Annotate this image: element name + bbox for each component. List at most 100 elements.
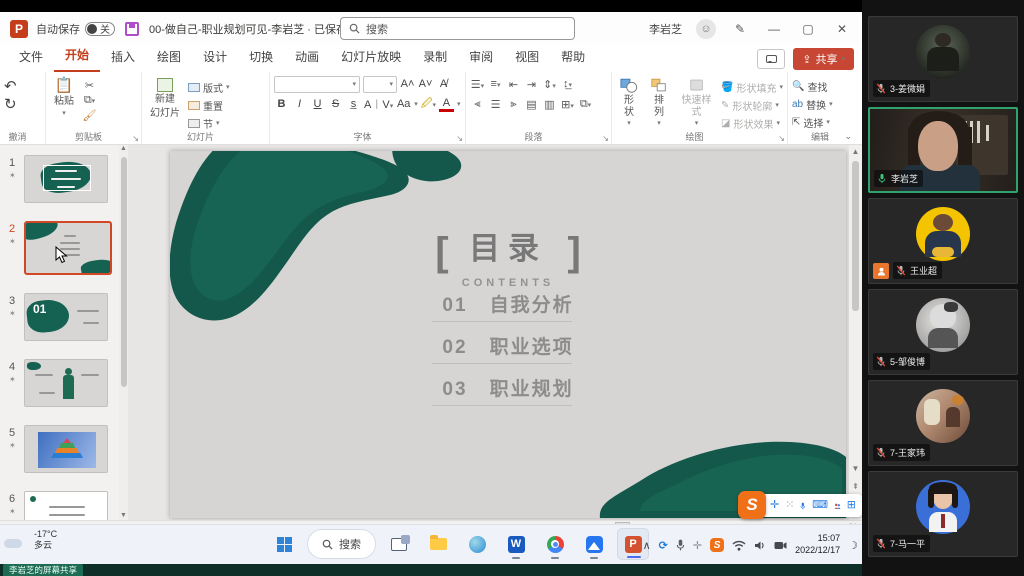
strikethrough-button[interactable]: S xyxy=(328,98,343,110)
file-explorer-button[interactable] xyxy=(422,528,454,560)
comments-button[interactable] xyxy=(757,49,785,69)
shape-outline-button[interactable]: ✎形状轮廓▾ xyxy=(721,97,783,113)
font-color-button[interactable]: A xyxy=(439,97,454,112)
meeting-app-logo-icon[interactable]: S xyxy=(738,491,766,519)
replace-button[interactable]: ab替换▾ xyxy=(792,96,833,112)
apps-grid-icon[interactable]: ⊞ xyxy=(847,500,856,511)
bold-button[interactable]: B xyxy=(274,98,289,110)
speaker-icon[interactable] xyxy=(754,540,766,551)
autosave-switch[interactable]: 关 xyxy=(85,22,115,36)
tab-transitions[interactable]: 切换 xyxy=(238,43,284,72)
thumbnail-slide-5[interactable]: 5 ✶ xyxy=(0,425,128,481)
scroll-down-icon[interactable]: ▼ xyxy=(849,462,862,476)
wifi-icon[interactable] xyxy=(732,540,746,551)
font-name-combo[interactable]: ▾ xyxy=(274,76,360,93)
annotate-icon[interactable]: ✛ xyxy=(770,500,779,511)
tab-view[interactable]: 视图 xyxy=(504,43,550,72)
tab-home[interactable]: 开始 xyxy=(54,41,100,72)
highlight-color-icon[interactable]: 🖉▾ xyxy=(421,95,436,114)
underline-button[interactable]: U xyxy=(310,98,325,110)
justify-icon[interactable]: ▤ xyxy=(524,98,539,111)
user-avatar[interactable]: ☺ xyxy=(696,19,716,39)
collapse-ribbon-icon[interactable]: ⌄ xyxy=(844,131,852,142)
meeting-float-toolbar[interactable]: S ✛ ⁙ ⌨ ⊞ xyxy=(744,494,862,517)
numbering-icon[interactable]: ≡▾ xyxy=(488,78,503,90)
laser-pointer-icon[interactable]: ⁙ xyxy=(785,500,794,511)
participant-tile[interactable]: 7-王家玮 xyxy=(868,380,1018,466)
browser-app-button[interactable] xyxy=(461,528,493,560)
maximize-button[interactable]: ▢ xyxy=(798,22,818,36)
mic-tray-icon[interactable] xyxy=(676,539,685,551)
italic-button[interactable]: I xyxy=(292,98,307,110)
scroll-down-icon[interactable]: ▼ xyxy=(119,512,128,519)
smartart-convert-icon[interactable]: ⧉▾ xyxy=(578,98,593,111)
align-left-icon[interactable]: ⫷ xyxy=(470,98,485,111)
paragraph-dialog-launcher[interactable]: ↘ xyxy=(602,134,609,143)
thumbnail-slide-3[interactable]: 3 ✶ 01 xyxy=(0,293,128,349)
columns-icon[interactable]: ▥ xyxy=(542,98,557,111)
bullets-icon[interactable]: ☰▾ xyxy=(470,78,485,91)
scroll-thumb[interactable] xyxy=(852,161,859,311)
save-icon[interactable] xyxy=(125,22,139,36)
shape-effects-button[interactable]: ◪形状效果▾ xyxy=(721,115,783,131)
drawing-dialog-launcher[interactable]: ↘ xyxy=(778,134,785,143)
redo-icon[interactable]: ↻ xyxy=(4,97,17,113)
align-right-icon[interactable]: ⫸ xyxy=(506,98,521,111)
thumbnail-slide-6[interactable]: 6 ✶ xyxy=(0,491,128,520)
change-case-button[interactable]: Aa xyxy=(396,98,411,110)
slide-canvas[interactable]: [ 目录 ] CONTENTS 01自我分析 02职业选项 03职业规划 xyxy=(170,151,846,518)
participant-tile[interactable]: 7-马一平 xyxy=(868,471,1018,557)
tab-draw[interactable]: 绘图 xyxy=(146,43,192,72)
minimize-button[interactable]: — xyxy=(764,22,784,36)
copy-icon[interactable]: ⧉▾ xyxy=(82,94,97,107)
sync-tray-icon[interactable]: ⟳ xyxy=(659,539,668,552)
tab-slideshow[interactable]: 幻灯片放映 xyxy=(330,43,412,72)
meeting-app-button[interactable] xyxy=(578,528,610,560)
camera-tray-icon[interactable] xyxy=(774,541,787,550)
participant-tile[interactable]: 5-邹俊博 xyxy=(868,289,1018,375)
tab-insert[interactable]: 插入 xyxy=(100,43,146,72)
main-scrollbar[interactable]: ▲ ▼ ⇞ ⇟ xyxy=(849,145,862,520)
thumbnail-slide-1[interactable]: 1 ✶ xyxy=(0,155,128,211)
clipboard-dialog-launcher[interactable]: ↘ xyxy=(132,134,139,143)
tab-review[interactable]: 审阅 xyxy=(458,43,504,72)
scroll-up-icon[interactable]: ▲ xyxy=(849,145,862,159)
reset-button[interactable]: 重置 xyxy=(188,97,230,113)
shrink-font-button[interactable]: A˅ xyxy=(418,78,433,90)
format-painter-icon[interactable]: 🖌 xyxy=(82,109,97,122)
taskbar-search[interactable]: 搜索 xyxy=(307,529,376,559)
whiteboard-icon[interactable]: ⌨ xyxy=(812,500,828,511)
members-icon[interactable] xyxy=(834,500,841,512)
clear-formatting-icon[interactable]: A̸ xyxy=(436,78,451,90)
quick-styles-button[interactable]: 快速样式▾ xyxy=(676,76,717,130)
shape-fill-button[interactable]: 🪣形状填充▾ xyxy=(721,79,783,95)
participant-tile-speaking[interactable]: 李岩芝 xyxy=(868,107,1018,193)
slide-thumbnail-panel[interactable]: 1 ✶ 2 ✶ xyxy=(0,145,128,520)
paste-button[interactable]: 📋 粘贴 ▾ xyxy=(50,76,78,120)
sunlogin-tray-icon[interactable]: S xyxy=(710,538,724,552)
tab-animations[interactable]: 动画 xyxy=(284,43,330,72)
align-text-icon[interactable]: ⊞▾ xyxy=(560,98,575,111)
font-dialog-launcher[interactable]: ↘ xyxy=(456,134,463,143)
scroll-up-icon[interactable]: ▲ xyxy=(119,145,128,152)
start-button[interactable] xyxy=(268,528,300,560)
font-size-combo[interactable]: ▾ xyxy=(363,76,397,93)
autosave-toggle[interactable]: 自动保存 关 xyxy=(36,21,115,37)
tab-help[interactable]: 帮助 xyxy=(550,43,596,72)
close-button[interactable]: ✕ xyxy=(832,22,852,36)
cut-icon[interactable]: ✂ xyxy=(82,79,97,92)
select-button[interactable]: ⇱选择▾ xyxy=(792,114,833,130)
ribbon-search-box[interactable]: 搜索 xyxy=(340,17,575,40)
taskbar-clock[interactable]: 15:07 2022/12/17 xyxy=(795,533,840,556)
pen-mode-icon[interactable]: ✎ xyxy=(730,22,750,36)
previous-slide-icon[interactable]: ⇞ xyxy=(849,480,862,494)
tab-file[interactable]: 文件 xyxy=(8,43,54,72)
thumbnail-slide-4[interactable]: 4 ✶ xyxy=(0,359,128,415)
align-center-icon[interactable]: ☰ xyxy=(488,98,503,111)
chrome-app-button[interactable] xyxy=(539,528,571,560)
line-spacing-icon[interactable]: ⇕▾ xyxy=(542,78,557,91)
tab-design[interactable]: 设计 xyxy=(192,43,238,72)
participant-tile[interactable]: 3-姜微娟 xyxy=(868,16,1018,102)
text-direction-icon[interactable]: ↕̲▾ xyxy=(560,78,575,90)
arrange-button[interactable]: 排列▾ xyxy=(646,76,672,130)
